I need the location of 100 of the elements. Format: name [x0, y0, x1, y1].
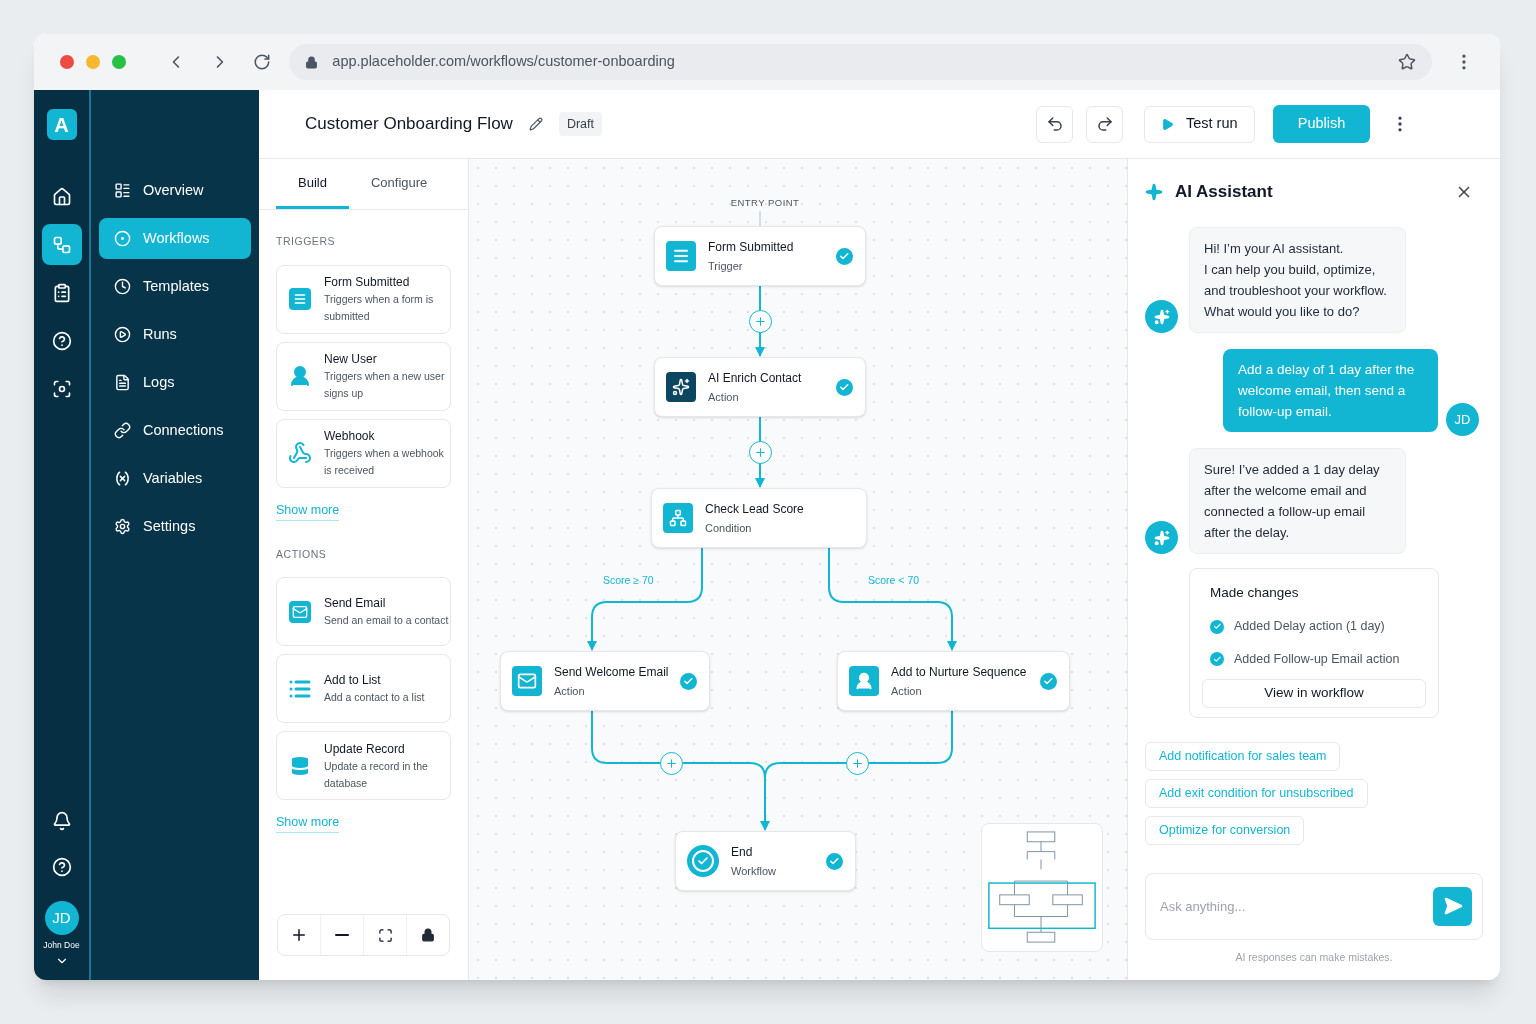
redo-button[interactable] — [1086, 105, 1123, 143]
plus-icon — [753, 314, 767, 328]
assistant-title: AI Assistant — [1175, 180, 1273, 203]
user-icon — [288, 364, 312, 389]
redo-icon — [1095, 115, 1114, 133]
link-icon — [114, 422, 131, 439]
section-heading: TRIGGERS — [276, 234, 337, 249]
node-subtitle: Action — [891, 683, 923, 699]
step-description: Triggers when a webhook is received — [324, 446, 445, 479]
help-icon[interactable] — [51, 857, 72, 878]
node-title: Form Submitted — [708, 238, 795, 256]
plus-icon — [664, 756, 678, 770]
test-run-button[interactable]: Test run — [1144, 105, 1255, 143]
step-title: Update Record — [324, 740, 406, 758]
sparkle-icon — [1145, 182, 1163, 201]
node-subtitle: Trigger — [708, 258, 744, 274]
url-text: app.placeholder.com/workflows/customer-onboarding — [332, 52, 675, 72]
step-title: Add to List — [324, 672, 382, 690]
plus-icon — [850, 756, 864, 770]
focus-icon — [51, 378, 72, 399]
connector-line — [759, 210, 761, 227]
nav-item[interactable]: Runs — [99, 314, 251, 355]
home-icon — [51, 186, 72, 207]
assistant-message: Hi! I’m your AI assistant. I can help you build, optimize, and troubleshoot your workflow. What would you like to do? — [1189, 227, 1406, 333]
node-subtitle: Action — [554, 683, 586, 699]
edit-icon[interactable] — [528, 117, 543, 131]
node-title: AI Enrich Contact — [708, 369, 803, 387]
change-item: Added Follow-up Email action — [1234, 651, 1400, 668]
fit-view-icon — [377, 927, 393, 943]
user-name: John Doe — [43, 939, 80, 952]
branch-label: Score < 70 — [868, 573, 920, 588]
step-description: Send an email to a contact — [324, 613, 450, 629]
view-in-workflow-button[interactable]: View in workflow — [1202, 678, 1426, 708]
step-card[interactable]: Send Email Send an email to a contact — [276, 577, 451, 647]
changes-title: Made changes — [1210, 584, 1300, 602]
nav-item[interactable]: Logs — [99, 362, 251, 403]
panel-tab[interactable]: Build — [276, 159, 349, 209]
variable-icon — [114, 470, 131, 487]
step-description: Triggers when a new user signs up — [324, 369, 446, 402]
form-icon — [666, 241, 696, 271]
workflow-node[interactable]: AI Enrich Contact Action — [654, 357, 866, 417]
address-bar[interactable]: app.placeholder.com/workflows/customer-onboarding — [289, 44, 1433, 80]
node-subtitle: Action — [708, 389, 740, 405]
undo-icon — [1045, 115, 1064, 133]
entry-point-label: ENTRY POINT — [729, 196, 801, 210]
bookmark-star-icon[interactable] — [1398, 53, 1417, 71]
node-subtitle: Workflow — [731, 863, 778, 879]
nav-item[interactable]: Overview — [99, 170, 251, 211]
panel-tab[interactable]: Configure — [348, 159, 450, 209]
notifications-icon[interactable] — [51, 811, 72, 832]
reload-icon[interactable] — [253, 53, 272, 71]
undo-button[interactable] — [1036, 105, 1073, 143]
sparkles-icon — [1153, 529, 1170, 546]
workflow-node[interactable]: Check Lead Score Condition — [651, 488, 867, 548]
branch-icon — [663, 503, 693, 533]
workflow-node[interactable]: Form Submitted Trigger — [654, 226, 866, 286]
step-card[interactable]: Add to List Add a contact to a list — [276, 654, 451, 724]
webhook-icon — [288, 441, 312, 466]
play-icon — [114, 326, 131, 343]
nav-item[interactable]: Settings — [99, 506, 251, 547]
step-title: Webhook — [324, 428, 376, 446]
connector-line — [755, 285, 765, 357]
node-title: Add to Nurture Sequence — [891, 663, 1028, 681]
settings-icon — [114, 518, 131, 535]
nav-item[interactable]: Connections — [99, 410, 251, 451]
step-card[interactable]: Webhook Triggers when a webhook is received — [276, 418, 451, 488]
nav-item[interactable]: Templates — [99, 266, 251, 307]
minus-icon — [335, 934, 349, 936]
workflow-title: Customer Onboarding Flow — [305, 113, 513, 136]
chat-input[interactable]: Ask anything... — [1160, 896, 1433, 916]
close-window-icon[interactable] — [60, 55, 74, 69]
step-description: Update a record in the database — [324, 758, 429, 791]
step-description: Add a contact to a list — [324, 690, 426, 706]
step-title: Form Submitted — [324, 274, 411, 292]
change-item: Added Delay action (1 day) — [1234, 618, 1385, 636]
connector-line — [755, 416, 765, 488]
status-badge: Draft — [558, 111, 602, 137]
nav-item[interactable]: Variables — [99, 458, 251, 499]
step-title: New User — [324, 351, 378, 369]
rail-button[interactable] — [41, 224, 82, 265]
lock-icon — [305, 55, 319, 69]
node-title: Check Lead Score — [705, 500, 805, 518]
user-message: Add a delay of 1 day after the welcome email, then send a follow-up email. — [1223, 349, 1438, 432]
mail-icon — [512, 666, 542, 696]
step-card[interactable]: Form Submitted Triggers when a form is submitted — [276, 264, 451, 334]
disclaimer-text: AI responses can make mistakes. — [1234, 949, 1394, 965]
step-description: Triggers when a form is submitted — [324, 292, 435, 325]
workflow-node[interactable]: Send Welcome Email Action — [500, 651, 710, 711]
plus-icon — [753, 445, 767, 459]
node-subtitle: Condition — [705, 520, 753, 536]
node-title: Send Welcome Email — [554, 663, 668, 681]
step-card[interactable]: New User Triggers when a new user signs up — [276, 341, 451, 411]
workflow-node[interactable]: End Workflow — [675, 831, 856, 891]
branch-label: Score ≥ 70 — [603, 573, 654, 588]
circle-icon — [114, 230, 131, 247]
step-card[interactable]: Update Record Update a record in the database — [276, 731, 451, 801]
sparkles-icon — [666, 372, 696, 402]
node-title: End — [731, 843, 754, 861]
send-icon — [1442, 896, 1463, 917]
workflow-node[interactable]: Add to Nurture Sequence Action — [837, 651, 1070, 711]
